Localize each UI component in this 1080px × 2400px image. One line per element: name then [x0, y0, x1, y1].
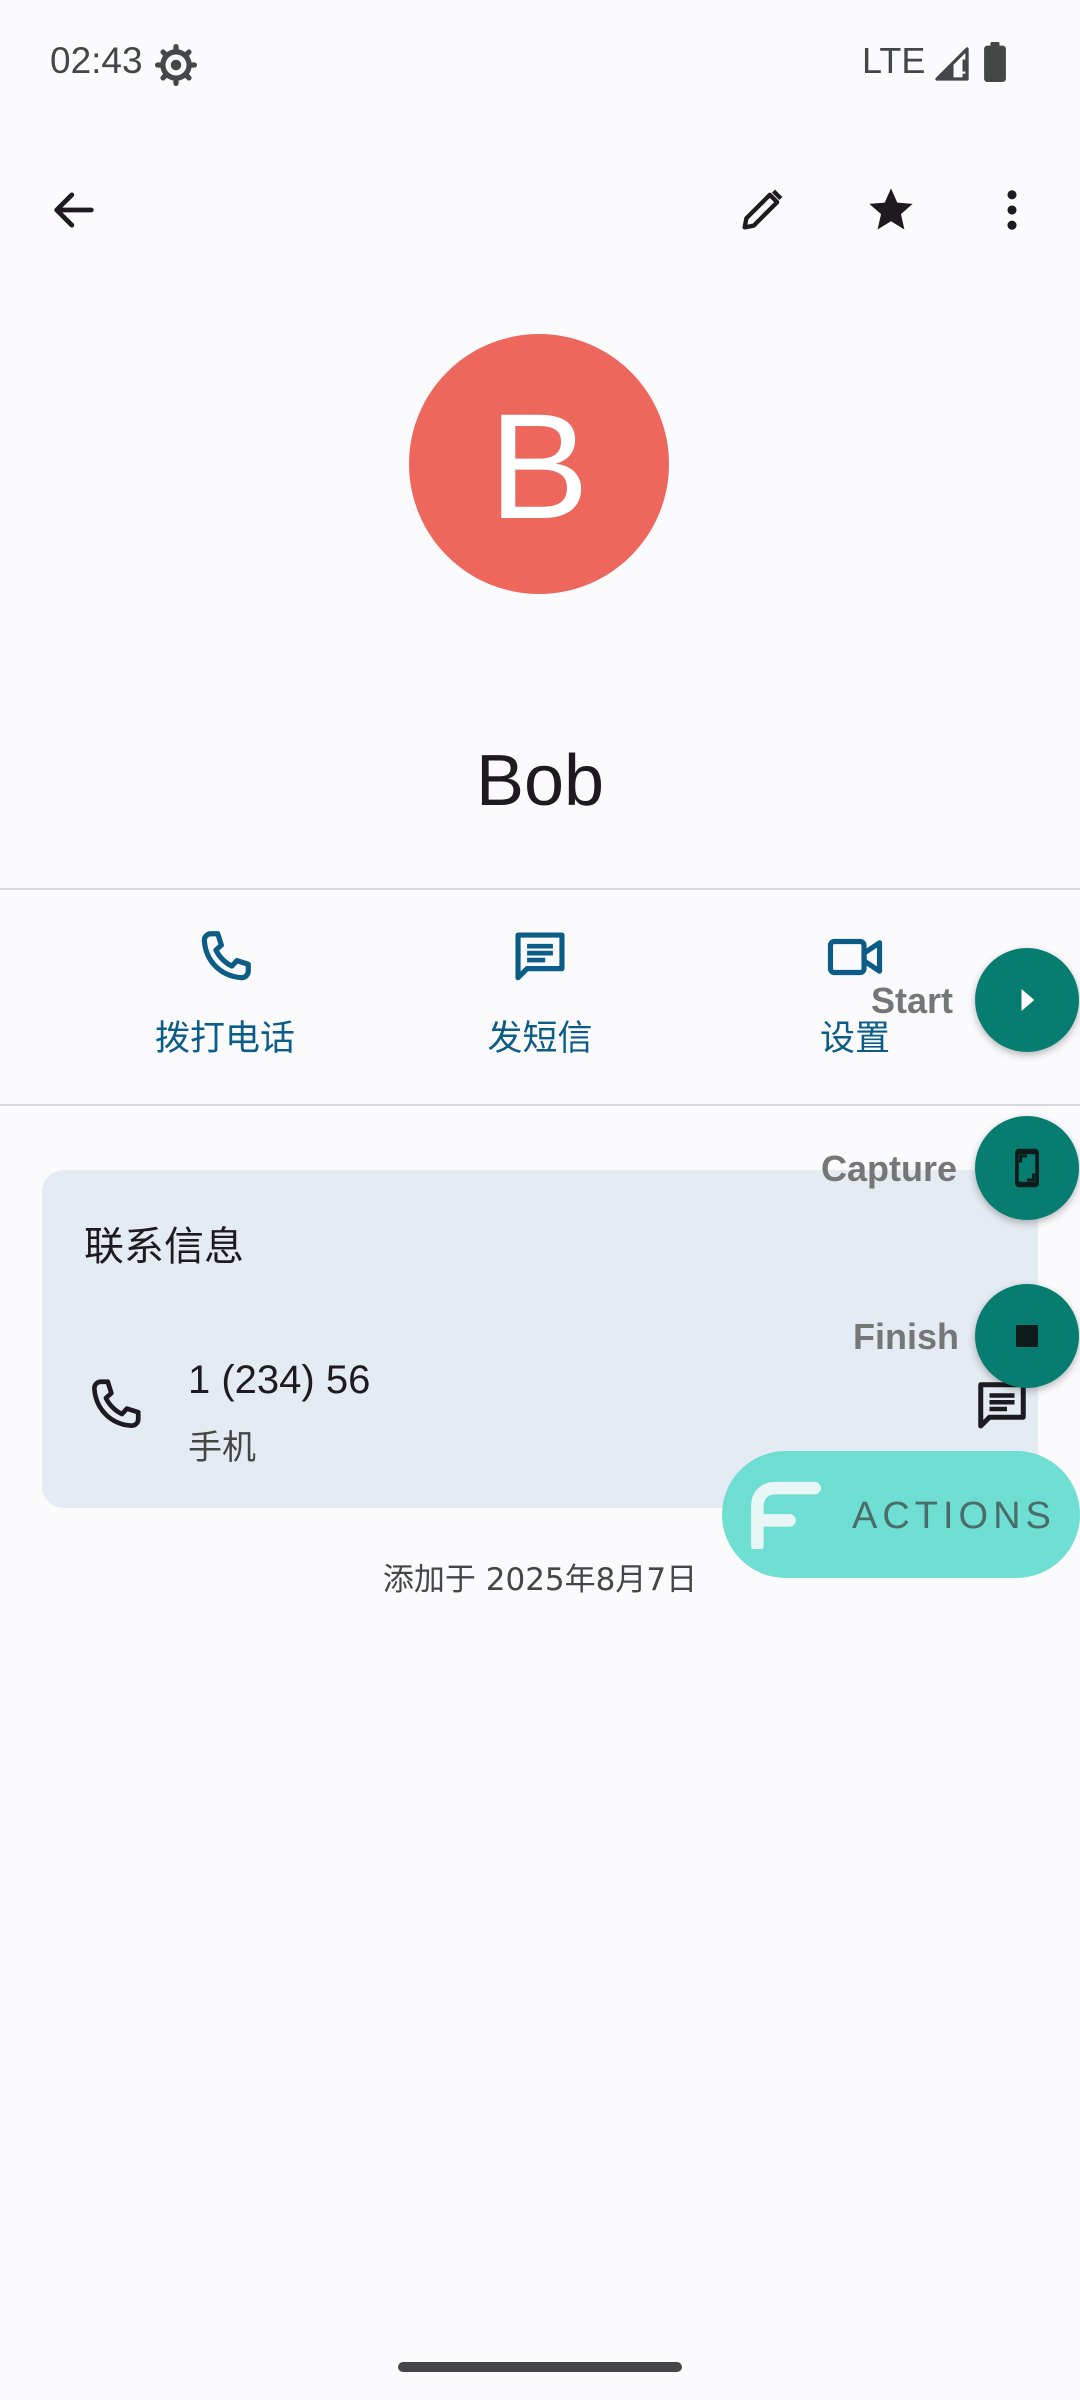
divider — [0, 888, 1080, 890]
start-button[interactable] — [975, 948, 1079, 1052]
phone-number[interactable]: 1 (234) 56 — [188, 1358, 370, 1403]
capture-label: Capture — [821, 1148, 958, 1189]
settings-gear-icon — [155, 44, 197, 86]
card-title: 联系信息 — [84, 1224, 244, 1270]
message-icon — [515, 932, 565, 981]
home-indicator[interactable] — [398, 2362, 682, 2372]
phone-type-label: 手机 — [188, 1428, 256, 1468]
star-icon — [869, 188, 913, 230]
battery-icon — [984, 42, 1006, 82]
divider — [0, 1104, 1080, 1106]
actions-label: ACTIONS — [852, 1495, 1056, 1537]
back-button[interactable] — [24, 160, 124, 260]
finish-button[interactable] — [975, 1284, 1079, 1388]
play-icon — [1021, 989, 1035, 1011]
app-logo-icon — [751, 1481, 821, 1549]
favorite-button[interactable] — [841, 160, 941, 260]
start-label: Start — [871, 980, 954, 1021]
contact-name: Bob — [475, 741, 605, 821]
capture-button[interactable] — [975, 1116, 1079, 1220]
more-vert-icon — [1007, 190, 1017, 230]
actions-button[interactable]: ACTIONS — [722, 1451, 1080, 1578]
avatar-letter: B — [488, 382, 590, 550]
phone-icon — [92, 1379, 141, 1428]
back-arrow-icon — [54, 192, 94, 228]
video-icon — [827, 938, 883, 976]
phone-icon — [201, 931, 251, 981]
status-bar: 02:43 LTE — [0, 0, 1080, 130]
status-time: 02:43 — [50, 40, 143, 81]
stop-icon — [1016, 1325, 1038, 1347]
call-action-button[interactable]: 拨打电话 — [105, 926, 345, 1076]
signal-icon — [935, 47, 969, 81]
call-action-label: 拨打电话 — [154, 1019, 295, 1059]
avatar: B — [409, 334, 669, 594]
screenshot-icon — [1015, 1148, 1039, 1188]
message-action-label: 发短信 — [487, 1019, 593, 1059]
network-type-label: LTE — [862, 40, 926, 81]
contact-details-screen: 02:43 LTE B Bob 拨打电话 发短信 设置 联系信息 1 (234)… — [0, 0, 1080, 2400]
more-options-button[interactable] — [962, 160, 1062, 260]
message-action-button[interactable]: 发短信 — [420, 926, 660, 1076]
finish-label: Finish — [853, 1316, 959, 1357]
edit-button[interactable] — [712, 160, 812, 260]
edit-pencil-icon — [742, 189, 783, 230]
